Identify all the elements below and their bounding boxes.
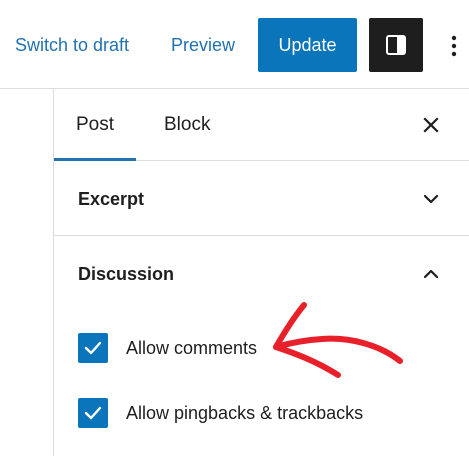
settings-sidebar: Post Block Excerpt Discussion Allow comm…	[53, 89, 469, 456]
update-button[interactable]: Update	[258, 18, 357, 72]
discussion-panel-title: Discussion	[78, 264, 175, 284]
discussion-panel-toggle[interactable]: Discussion	[54, 236, 469, 311]
allow-pingbacks-checkbox[interactable]	[78, 398, 108, 428]
excerpt-panel-title: Excerpt	[78, 189, 145, 209]
discussion-panel: Discussion Allow comments Allow pingback…	[54, 236, 469, 456]
editor-header: Switch to draft Preview Update	[0, 0, 469, 89]
checkmark-icon	[84, 406, 102, 420]
close-sidebar-button[interactable]	[420, 114, 442, 136]
vertical-ellipsis-icon	[451, 35, 457, 57]
switch-to-draft-button[interactable]: Switch to draft	[15, 35, 129, 56]
options-menu-button[interactable]	[444, 32, 464, 60]
settings-sidebar-toggle-button[interactable]	[369, 18, 423, 72]
excerpt-panel-toggle[interactable]: Excerpt	[54, 161, 469, 236]
tab-post-label: Post	[75, 114, 115, 135]
chevron-up-icon	[420, 265, 442, 283]
excerpt-panel: Excerpt	[54, 161, 469, 236]
allow-comments-checkbox[interactable]	[78, 333, 108, 363]
checkmark-icon	[84, 341, 102, 355]
sidebar-panel-icon	[386, 35, 406, 55]
chevron-down-icon	[420, 190, 442, 208]
allow-pingbacks-label: Allow pingbacks & trackbacks	[126, 403, 364, 423]
close-x-icon	[423, 117, 439, 133]
update-button-label: Update	[278, 34, 337, 55]
sidebar-tabs: Post Block	[54, 89, 469, 161]
tab-post[interactable]: Post	[54, 89, 136, 161]
allow-comments-label: Allow comments	[126, 338, 258, 358]
tab-block-label: Block	[164, 114, 211, 135]
tab-block[interactable]: Block	[164, 89, 210, 161]
preview-button[interactable]: Preview	[171, 35, 235, 56]
